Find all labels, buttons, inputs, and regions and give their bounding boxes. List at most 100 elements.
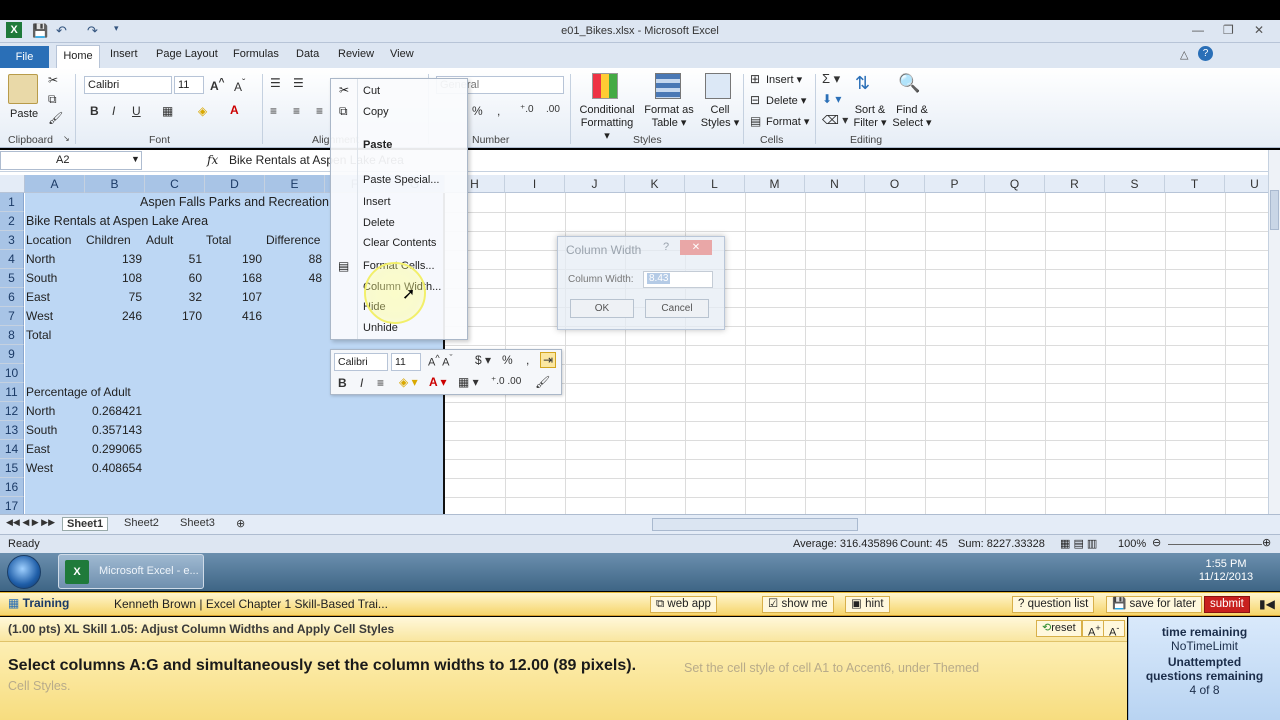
tab-view[interactable]: View: [390, 48, 414, 60]
insert-cells-button[interactable]: Insert ▾: [766, 73, 802, 86]
mini-center-icon[interactable]: ≡: [377, 376, 384, 390]
row-header-9[interactable]: 9: [0, 345, 24, 364]
pct-cell[interactable]: North: [26, 402, 55, 421]
column-header-n[interactable]: N: [805, 175, 865, 193]
question-list-button[interactable]: ? question list: [1012, 596, 1095, 613]
mini-borders-icon[interactable]: ▦ ▾: [458, 375, 479, 389]
cell-styles-icon[interactable]: [705, 73, 731, 99]
row-header-11[interactable]: 11: [0, 383, 24, 402]
reset-button[interactable]: ⟲reset: [1036, 620, 1082, 637]
submit-button[interactable]: submit: [1204, 596, 1250, 613]
column-header-u[interactable]: U: [1225, 175, 1268, 193]
column-header-k[interactable]: K: [625, 175, 685, 193]
tab-page-layout[interactable]: Page Layout: [156, 48, 218, 60]
row-header-15[interactable]: 15: [0, 459, 24, 478]
mini-decimal-icons[interactable]: ⁺.0 .00: [491, 376, 521, 387]
conditional-formatting-button[interactable]: Conditional Formatting ▾: [578, 104, 636, 143]
zoom-level[interactable]: 100%: [1118, 538, 1146, 550]
help-icon[interactable]: ?: [1198, 46, 1213, 61]
conditional-formatting-icon[interactable]: [592, 73, 618, 99]
align-right-icon[interactable]: ≡: [316, 104, 323, 118]
ribbon-minimize-icon[interactable]: △: [1180, 48, 1188, 61]
mini-font-color-icon[interactable]: A ▾: [429, 375, 447, 389]
mini-grow-font-icon[interactable]: A^ Aˇ: [428, 353, 453, 369]
header-adult[interactable]: Adult: [146, 231, 173, 250]
worksheet-grid[interactable]: ABCDEFGHIJKLMNOPQRSTU 123456789101112131…: [0, 172, 1268, 514]
pct-cell[interactable]: East: [26, 440, 50, 459]
cell-a1-title[interactable]: Aspen Falls Parks and Recreation: [140, 193, 329, 212]
mini-comma-icon[interactable]: ,: [526, 353, 529, 367]
row-header-6[interactable]: 6: [0, 288, 24, 307]
tab-sheet1[interactable]: Sheet1: [62, 517, 109, 531]
tab-home[interactable]: Home: [56, 45, 100, 68]
dialog-close-icon[interactable]: ✕: [680, 240, 712, 255]
delete-cells-icon[interactable]: ⊟: [750, 93, 760, 107]
show-me-button[interactable]: ☑ show me: [762, 596, 834, 613]
find-select-button[interactable]: Find & Select ▾: [890, 104, 934, 130]
data-cell[interactable]: 170: [146, 307, 202, 326]
top-align-icon[interactable]: ☰: [270, 76, 281, 90]
center-icon[interactable]: ≡: [293, 104, 300, 118]
cell-styles-button[interactable]: Cell Styles ▾: [700, 104, 740, 130]
font-decrease-button[interactable]: A-: [1103, 620, 1126, 639]
font-name-select[interactable]: Calibri: [84, 76, 172, 94]
cell-total-label[interactable]: Total: [26, 326, 51, 345]
row-header-12[interactable]: 12: [0, 402, 24, 421]
percent-style-icon[interactable]: %: [472, 104, 483, 118]
data-cell[interactable]: 88: [266, 250, 322, 269]
menu-copy[interactable]: Copy: [363, 103, 389, 121]
row-header-3[interactable]: 3: [0, 231, 24, 250]
autosum-icon[interactable]: Σ ▾: [822, 71, 840, 87]
format-cells-button[interactable]: Format ▾: [766, 115, 809, 128]
format-as-table-button[interactable]: Format as Table ▾: [642, 104, 696, 130]
clipboard-launcher-icon[interactable]: ↘: [63, 134, 70, 143]
tab-formulas[interactable]: Formulas: [233, 48, 279, 60]
mini-font-select[interactable]: Calibri: [334, 353, 388, 371]
collapse-panel-icon[interactable]: ▮◀: [1259, 597, 1275, 611]
menu-paste[interactable]: Paste: [363, 136, 392, 154]
menu-delete[interactable]: Delete: [363, 214, 395, 232]
zoom-out-icon[interactable]: ⊖: [1152, 536, 1161, 549]
decrease-decimal-icon[interactable]: .00: [546, 104, 560, 115]
select-all-button[interactable]: [0, 175, 25, 193]
row-header-14[interactable]: 14: [0, 440, 24, 459]
horizontal-scroll-thumb[interactable]: [652, 518, 858, 531]
comma-style-icon[interactable]: ,: [497, 104, 500, 118]
header-total[interactable]: Total: [206, 231, 231, 250]
menu-clear-contents[interactable]: Clear Contents: [363, 234, 436, 252]
mini-size-select[interactable]: 11: [391, 353, 421, 371]
row-header-10[interactable]: 10: [0, 364, 24, 383]
menu-insert[interactable]: Insert: [363, 193, 391, 211]
insert-function-icon[interactable]: fx: [207, 153, 218, 167]
column-header-d[interactable]: D: [205, 175, 265, 193]
bold-icon[interactable]: B: [90, 104, 99, 118]
pct-cell[interactable]: 0.357143: [86, 421, 142, 440]
column-header-q[interactable]: Q: [985, 175, 1045, 193]
name-box[interactable]: A2: [0, 151, 142, 170]
mini-bold-icon[interactable]: B: [338, 376, 347, 390]
data-cell[interactable]: South: [26, 269, 57, 288]
column-header-r[interactable]: R: [1045, 175, 1105, 193]
tab-sheet2[interactable]: Sheet2: [120, 517, 163, 529]
data-cell[interactable]: 139: [86, 250, 142, 269]
column-header-p[interactable]: P: [925, 175, 985, 193]
vertical-scroll-thumb[interactable]: [1270, 190, 1279, 230]
format-cells-icon[interactable]: ▤: [750, 114, 761, 128]
fill-color-icon[interactable]: ◈: [198, 104, 207, 118]
mini-italic-icon[interactable]: I: [360, 376, 363, 390]
mini-clear-format-icon[interactable]: 🖌: [535, 375, 550, 389]
data-cell[interactable]: 51: [146, 250, 202, 269]
minimize-icon[interactable]: —: [1192, 23, 1204, 37]
italic-icon[interactable]: I: [112, 104, 115, 118]
row-header-17[interactable]: 17: [0, 497, 24, 514]
row-header-7[interactable]: 7: [0, 307, 24, 326]
find-select-icon[interactable]: 🔍: [898, 73, 920, 94]
insert-cells-icon[interactable]: ⊞: [750, 72, 760, 86]
data-cell[interactable]: 60: [146, 269, 202, 288]
cell-a2-subtitle[interactable]: Bike Rentals at Aspen Lake Area: [26, 212, 208, 231]
dialog-cancel-button[interactable]: Cancel: [645, 299, 709, 318]
row-header-8[interactable]: 8: [0, 326, 24, 345]
sheet-nav-arrows-icon[interactable]: ◀◀ ◀ ▶ ▶▶: [2, 517, 59, 528]
sort-filter-button[interactable]: Sort & Filter ▾: [850, 104, 890, 130]
data-cell[interactable]: 32: [146, 288, 202, 307]
